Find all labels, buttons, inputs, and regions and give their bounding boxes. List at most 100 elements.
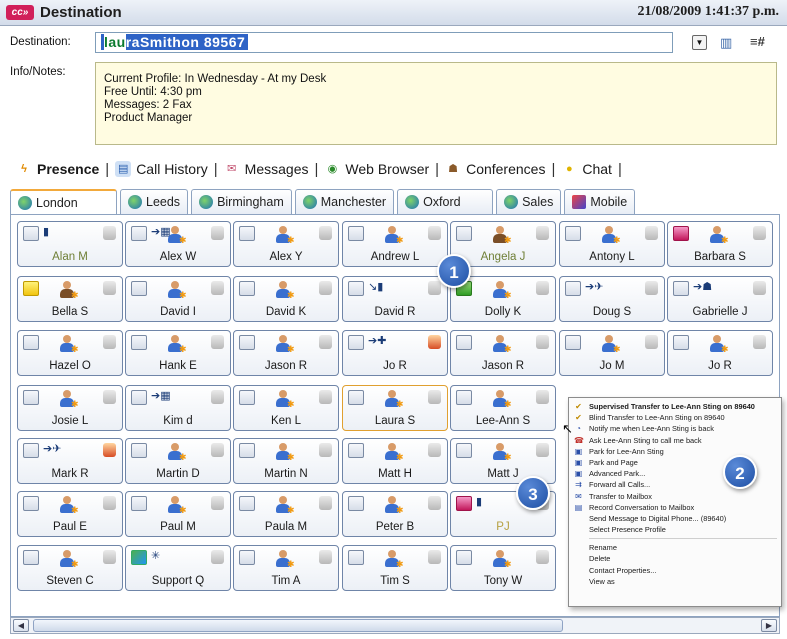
status-toggle-icon[interactable]	[131, 390, 147, 405]
contact-tile[interactable]: ✱ Matt H	[342, 438, 448, 484]
contact-tile[interactable]: ↘▮ David R	[342, 276, 448, 322]
status-toggle-icon[interactable]	[673, 335, 689, 350]
status-toggle-icon[interactable]	[673, 226, 689, 241]
status-toggle-icon[interactable]	[23, 226, 39, 241]
horizontal-scrollbar[interactable]: ◀ ▶	[10, 617, 780, 634]
status-toggle-icon[interactable]	[131, 496, 147, 511]
contact-tile[interactable]: ✱ Tony W	[450, 545, 556, 591]
context-menu-item[interactable]: View as	[569, 576, 781, 587]
tab-presence[interactable]: ϟ Presence	[10, 161, 105, 177]
tab-oxford[interactable]: Oxford	[397, 189, 494, 214]
contact-tile[interactable]: ✱ Jason R	[450, 330, 556, 376]
tab-mobile[interactable]: Mobile	[564, 189, 636, 214]
context-menu-item[interactable]: Rename	[569, 542, 781, 553]
status-toggle-icon[interactable]	[565, 226, 581, 241]
status-toggle-icon[interactable]	[239, 390, 255, 405]
destination-input[interactable]: lauraSmithon 89567	[95, 32, 673, 53]
contact-tile[interactable]: ✱ Paul M	[125, 491, 231, 537]
contact-tile[interactable]: ✱ David I	[125, 276, 231, 322]
context-menu-item[interactable]: Delete	[569, 553, 781, 564]
contact-tile[interactable]: ▮ Alan M	[17, 221, 123, 267]
status-toggle-icon[interactable]	[23, 390, 39, 405]
status-toggle-icon[interactable]	[239, 335, 255, 350]
status-toggle-icon[interactable]	[348, 496, 364, 511]
contact-tile[interactable]: ✱ Jo M	[559, 330, 665, 376]
contact-tile[interactable]: ✱ Martin D	[125, 438, 231, 484]
contact-tile[interactable]: ✱ Laura S	[342, 385, 448, 431]
tab-birmingham[interactable]: Birmingham	[191, 189, 292, 214]
status-toggle-icon[interactable]	[565, 281, 581, 296]
contact-tile[interactable]: ✱ Paul E	[17, 491, 123, 537]
status-toggle-icon[interactable]	[565, 335, 581, 350]
contact-tile[interactable]: ✱ Andrew L	[342, 221, 448, 267]
status-toggle-icon[interactable]	[456, 390, 472, 405]
contact-tile[interactable]: ✱ Martin N	[233, 438, 339, 484]
contact-tile[interactable]: ➔☗ Gabrielle J	[667, 276, 773, 322]
contact-tile[interactable]: ✱ Jo R	[667, 330, 773, 376]
status-toggle-icon[interactable]	[456, 550, 472, 565]
contact-tile[interactable]: ✱ Lee-Ann S	[450, 385, 556, 431]
status-toggle-icon[interactable]	[348, 335, 364, 350]
contact-tile[interactable]: ✱ Steven C	[17, 545, 123, 591]
contact-tile[interactable]: ✱ Bella S	[17, 276, 123, 322]
chevron-down-icon[interactable]: ▼	[692, 35, 707, 50]
contact-tile[interactable]: ➔✚ Jo R	[342, 330, 448, 376]
status-toggle-icon[interactable]	[23, 443, 39, 458]
status-toggle-icon[interactable]	[131, 226, 147, 241]
contact-tile[interactable]: ✱ Peter B	[342, 491, 448, 537]
status-toggle-icon[interactable]	[23, 335, 39, 350]
scroll-right-icon[interactable]: ▶	[761, 619, 777, 632]
context-menu-item[interactable]: ✔ Blind Transfer to Lee-Ann Sting on 8964…	[569, 412, 781, 423]
status-toggle-icon[interactable]	[239, 550, 255, 565]
tab-chat[interactable]: ● Chat	[555, 161, 618, 177]
status-toggle-icon[interactable]	[131, 550, 147, 565]
keypad-icon[interactable]: ≡#	[750, 34, 765, 49]
status-toggle-icon[interactable]	[673, 281, 689, 296]
status-toggle-icon[interactable]	[23, 496, 39, 511]
contact-tile[interactable]: ➔✈ Doug S	[559, 276, 665, 322]
status-toggle-icon[interactable]	[348, 550, 364, 565]
contact-tile[interactable]: ➔✈ Mark R	[17, 438, 123, 484]
contact-tile[interactable]: ✱ David K	[233, 276, 339, 322]
context-menu-item[interactable]: ☎ Ask Lee-Ann Sting to call me back	[569, 435, 781, 446]
contact-tile[interactable]: ✱ Josie L	[17, 385, 123, 431]
tab-leeds[interactable]: Leeds	[120, 189, 189, 214]
context-menu-item[interactable]: Select Presence Profile	[569, 524, 781, 535]
context-menu-item[interactable]: ▤ Record Conversation to Mailbox	[569, 502, 781, 513]
status-toggle-icon[interactable]	[239, 443, 255, 458]
contact-tile[interactable]: ➔▦ Kim d	[125, 385, 231, 431]
tab-sales[interactable]: Sales	[496, 189, 562, 214]
status-toggle-icon[interactable]	[348, 226, 364, 241]
status-toggle-icon[interactable]	[23, 281, 39, 296]
contact-tile[interactable]: ✱ Tim S	[342, 545, 448, 591]
contact-tile[interactable]: ✱ Ken L	[233, 385, 339, 431]
context-menu-item[interactable]: Contact Properties...	[569, 565, 781, 576]
context-menu-item[interactable]: ▣ Park for Lee-Ann Sting	[569, 446, 781, 457]
scroll-left-icon[interactable]: ◀	[13, 619, 29, 632]
status-toggle-icon[interactable]	[456, 335, 472, 350]
status-toggle-icon[interactable]	[348, 281, 364, 296]
context-menu-item[interactable]: Send Message to Digital Phone... (89640)	[569, 513, 781, 524]
contact-tile[interactable]: ➔▦ ✱ Alex W	[125, 221, 231, 267]
contact-tile[interactable]: ✱ Barbara S	[667, 221, 773, 267]
context-menu-item[interactable]: ✉ Transfer to Mailbox	[569, 491, 781, 502]
status-toggle-icon[interactable]	[23, 550, 39, 565]
status-toggle-icon[interactable]	[131, 335, 147, 350]
status-toggle-icon[interactable]	[239, 496, 255, 511]
status-toggle-icon[interactable]	[348, 443, 364, 458]
contact-tile[interactable]: ✱ Hazel O	[17, 330, 123, 376]
contact-tile[interactable]: ✱ Paula M	[233, 491, 339, 537]
context-menu-item[interactable]: ✔ Supervised Transfer to Lee-Ann Sting on…	[569, 401, 781, 412]
contact-tile[interactable]: ✱ Jason R	[233, 330, 339, 376]
tab-web-browser[interactable]: ◉ Web Browser	[318, 161, 435, 177]
tab-london[interactable]: London	[10, 189, 117, 214]
status-toggle-icon[interactable]	[239, 281, 255, 296]
tab-manchester[interactable]: Manchester	[294, 189, 395, 214]
contact-tile[interactable]: ✱ Hank E	[125, 330, 231, 376]
status-toggle-icon[interactable]	[348, 390, 364, 405]
tab-conferences[interactable]: ☗ Conferences	[439, 161, 551, 177]
contact-tile[interactable]: ✱ Alex Y	[233, 221, 339, 267]
status-toggle-icon[interactable]	[456, 443, 472, 458]
scrollbar-thumb[interactable]	[33, 619, 563, 632]
context-menu-item[interactable]: ◔ Notify me when Lee-Ann Sting is back	[569, 423, 781, 434]
